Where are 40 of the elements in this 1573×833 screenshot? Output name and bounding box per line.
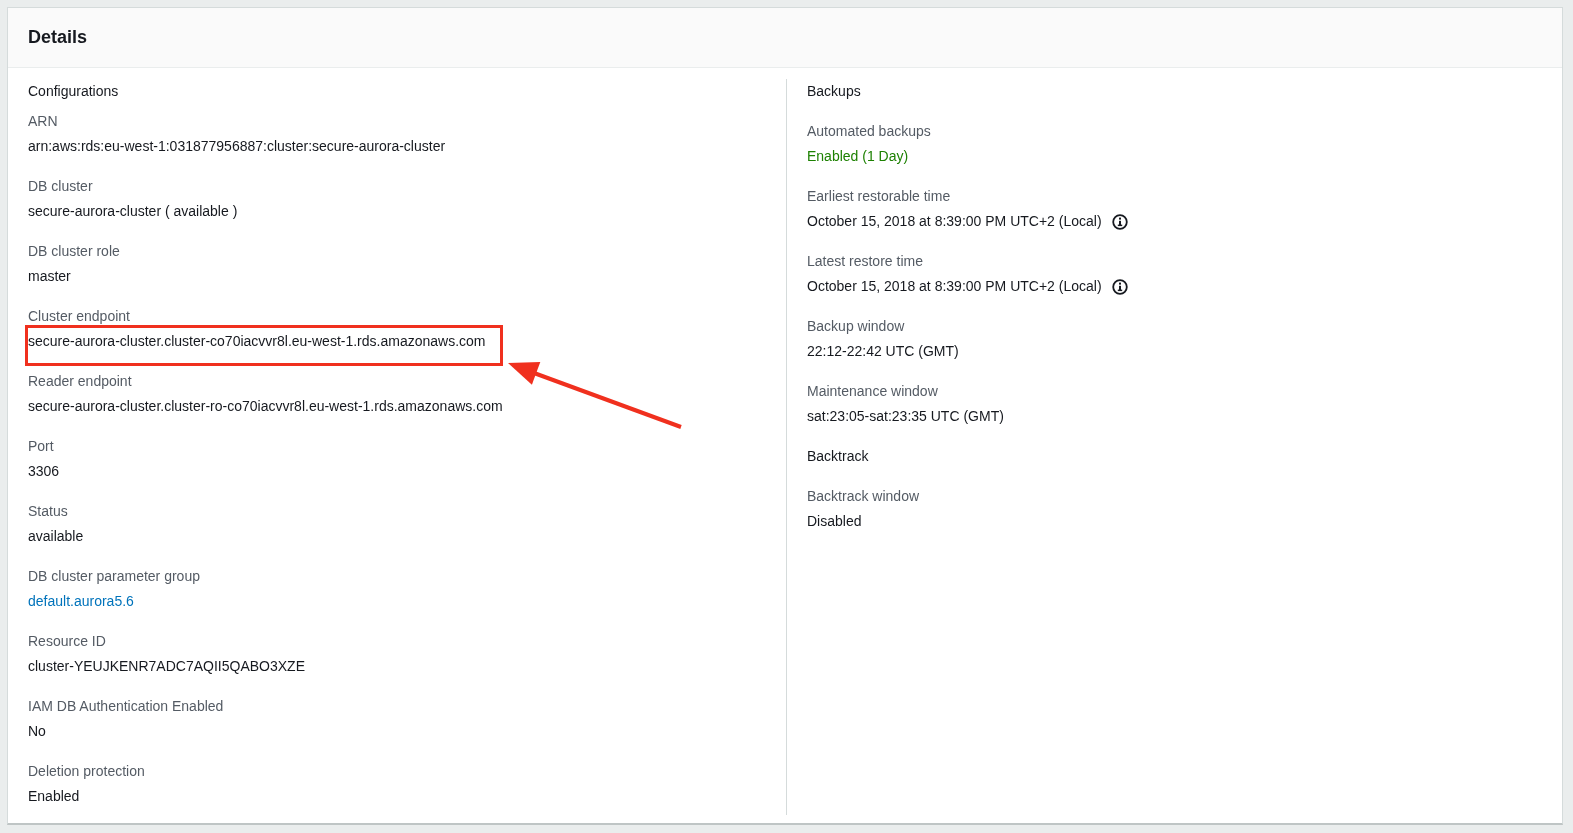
status-text: Enabled (1 Day) — [807, 147, 909, 166]
field-value: secure-aurora-cluster.cluster-co70iacvvr8l.eu-west-1.rds.amazonaws.com — [28, 332, 486, 351]
field-label: Reader endpoint — [28, 372, 133, 391]
field-label: Backtrack window — [807, 487, 921, 506]
panel-title: Details — [28, 26, 88, 49]
field-value: Disabled — [807, 512, 862, 531]
info-icon[interactable] — [1111, 278, 1128, 295]
field-label: Latest restore time — [807, 252, 924, 271]
field-value: October 15, 2018 at 8:39:00 PM UTC+2 (Local) — [807, 212, 1102, 231]
section-heading: Configurations — [28, 82, 120, 101]
field-value: 3306 — [28, 462, 60, 481]
field-value: master — [28, 267, 71, 286]
field-value: sat:23:05-sat:23:35 UTC (GMT) — [807, 407, 1004, 426]
field-label: Earliest restorable time — [807, 187, 952, 206]
parameter-group-link[interactable]: default.aurora5.6 — [28, 589, 134, 614]
field-label: Automated backups — [807, 122, 932, 141]
field-label: Deletion protection — [28, 762, 146, 781]
field-value: October 15, 2018 at 8:39:00 PM UTC+2 (Local) — [807, 277, 1102, 296]
field-label: Port — [28, 437, 55, 456]
field-value: arn:aws:rds:eu-west-1:031877956887:cluster:secure-aurora-cluster — [28, 137, 446, 156]
field-value: secure-aurora-cluster.cluster-ro-co70iacvvr8l.eu-west-1.rds.amazonaws.com — [28, 397, 503, 416]
field-value: available — [28, 527, 84, 546]
section-heading: Backtrack — [807, 447, 870, 466]
field-value: secure-aurora-cluster ( available ) — [28, 202, 238, 221]
field-value: cluster-YEUJKENR7ADC7AQII5QABO3XZE — [28, 657, 305, 676]
field-label: DB cluster role — [28, 242, 121, 261]
field-value: 22:12-22:42 UTC (GMT) — [807, 342, 959, 361]
field-label: DB cluster — [28, 177, 94, 196]
field-label: DB cluster parameter group — [28, 567, 201, 586]
field-value: No — [28, 722, 46, 741]
info-icon[interactable] — [1111, 213, 1128, 230]
section-heading: Backups — [807, 82, 862, 101]
field-label: ARN — [28, 112, 59, 131]
field-label: Status — [28, 502, 69, 521]
field-value: Enabled — [28, 787, 80, 806]
field-label: Backup window — [807, 317, 906, 336]
field-label: IAM DB Authentication Enabled — [28, 697, 225, 716]
field-label: Cluster endpoint — [28, 307, 131, 326]
field-label: Maintenance window — [807, 382, 939, 401]
field-label: Resource ID — [28, 632, 107, 651]
